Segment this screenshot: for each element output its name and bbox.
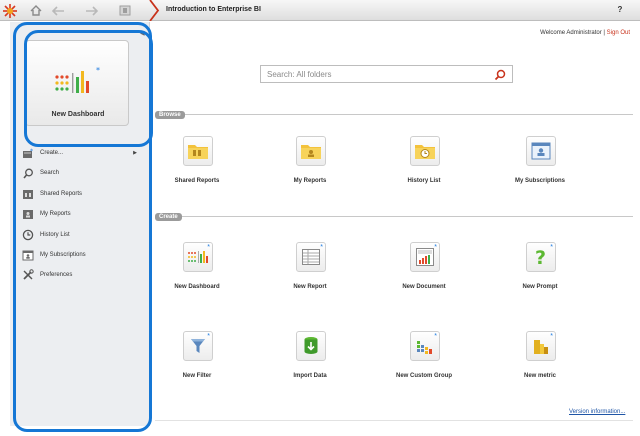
tile-label: New Prompt [522, 284, 558, 290]
tile-history-list[interactable]: History List [374, 136, 474, 196]
tile-label: Shared Reports [174, 178, 220, 184]
highlight-tile-outline [24, 30, 153, 147]
app-logo-icon[interactable] [0, 0, 20, 21]
tile-my-subscriptions[interactable]: My Subscriptions [490, 136, 590, 196]
tile-label: Import Data [293, 373, 327, 379]
tile-label: New Report [293, 284, 327, 290]
tile-new-report[interactable]: * New Report [260, 242, 360, 302]
tile-new-filter[interactable]: * New Filter [147, 331, 247, 391]
tile-new-metric[interactable]: * New metric [490, 331, 590, 391]
tile-shared-reports[interactable]: Shared Reports [147, 136, 247, 196]
tile-label: New metric [523, 373, 556, 379]
tile-my-reports[interactable]: My Reports [260, 136, 360, 196]
tile-new-prompt[interactable]: * ? New Prompt [490, 242, 590, 302]
new-prompt-icon: * ? [526, 242, 556, 272]
history-list-folder-icon [410, 136, 440, 166]
new-report-icon: * [296, 242, 326, 272]
search-placeholder: Search: All folders [267, 70, 332, 79]
home-icon[interactable] [29, 4, 43, 17]
create-section-title: Create [155, 213, 182, 221]
tile-new-document[interactable]: * New Document [374, 242, 474, 302]
create-section-header: Create [155, 213, 633, 223]
new-filter-icon: * [183, 331, 213, 361]
tile-import-data[interactable]: Import Data [260, 331, 360, 391]
my-subscriptions-icon [526, 136, 556, 166]
svg-text:?: ? [535, 247, 546, 267]
footer-divider [155, 420, 633, 421]
top-toolbar: Introduction to Enterprise BI ? [0, 0, 640, 21]
search-input[interactable]: Search: All folders [260, 65, 513, 83]
my-reports-folder-icon [296, 136, 326, 166]
new-dashboard-icon: * [183, 242, 213, 272]
help-button[interactable]: ? [613, 5, 627, 17]
toolbar-page-icon[interactable] [118, 4, 132, 17]
welcome-label: Welcome Administrator | [540, 30, 607, 36]
version-information-link[interactable]: Version information... [569, 409, 625, 415]
new-metric-icon: * [526, 331, 556, 361]
tile-new-custom-group[interactable]: * New Custom Group [374, 331, 474, 391]
sign-out-link[interactable]: Sign Out [607, 30, 630, 36]
tile-new-dashboard[interactable]: * New Dashboard [147, 242, 247, 302]
new-custom-group-icon: * [410, 331, 440, 361]
shared-reports-folder-icon [183, 136, 213, 166]
tile-label: My Subscriptions [514, 178, 565, 184]
tile-label: New Custom Group [395, 373, 452, 379]
tile-label: My Reports [293, 178, 327, 184]
tile-label: New Dashboard [174, 284, 220, 290]
import-data-icon [296, 331, 326, 361]
tile-label: New Document [402, 284, 446, 290]
new-document-icon: * [410, 242, 440, 272]
breadcrumb-separator-icon [149, 0, 160, 21]
tile-label: History List [407, 178, 441, 184]
browse-section-title: Browse [155, 111, 185, 119]
back-arrow-icon[interactable] [50, 4, 66, 17]
welcome-text: Welcome Administrator | Sign Out [540, 30, 630, 36]
search-icon[interactable] [494, 69, 506, 81]
browse-section-header: Browse [155, 111, 633, 121]
forward-arrow-icon[interactable] [84, 4, 100, 17]
tile-label: New Filter [182, 373, 212, 379]
breadcrumb-title[interactable]: Introduction to Enterprise BI [166, 6, 261, 13]
